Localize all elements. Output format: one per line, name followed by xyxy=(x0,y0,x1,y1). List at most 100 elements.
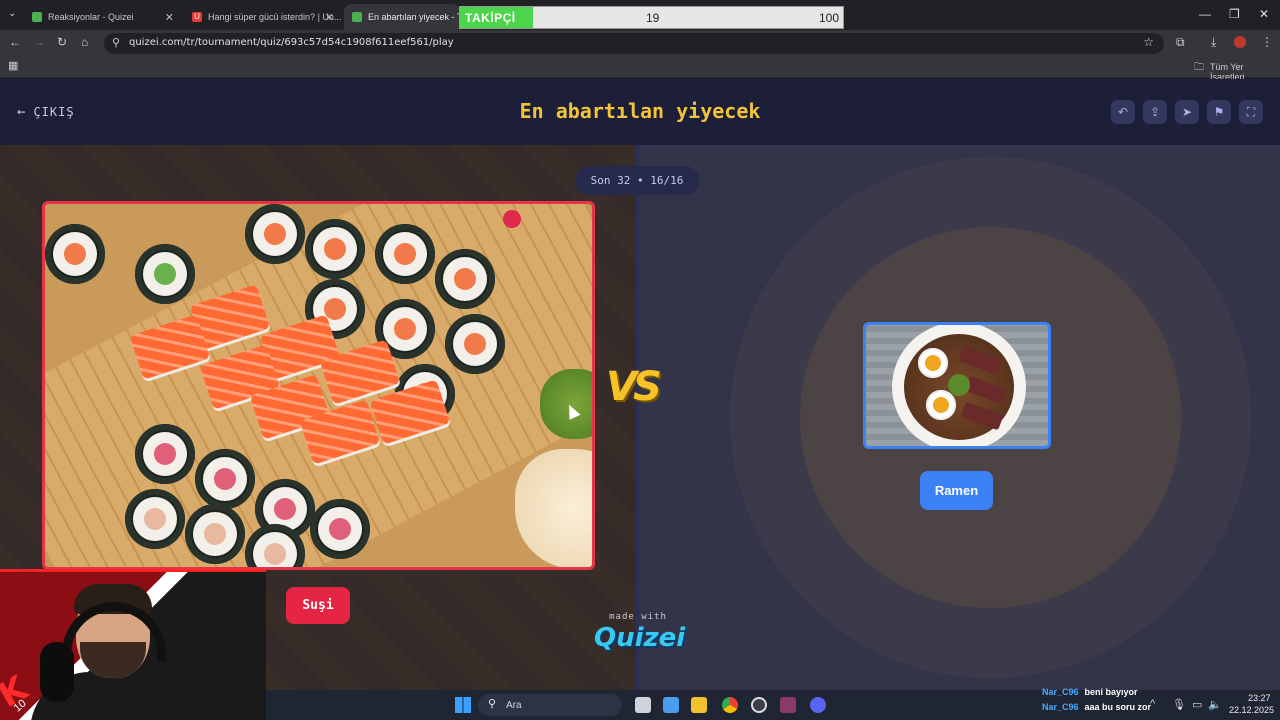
chat-message: Nar_C96 aaa bu soru zor xyxy=(1042,702,1151,712)
tuna-roll xyxy=(125,489,185,549)
quizei-favicon-icon xyxy=(352,12,362,22)
sushi-roll xyxy=(375,224,435,284)
pork-slice xyxy=(960,401,1004,431)
undo-icon: ↶ xyxy=(1117,105,1129,119)
tab-title: Reaksiyonlar - Quizei xyxy=(48,12,134,22)
taskbar-search[interactable]: ⚲ Ara xyxy=(478,694,622,716)
tab-reaksiyonlar[interactable]: Reaksiyonlar - Quizei ✕ xyxy=(24,4,182,30)
pickled-ginger xyxy=(515,449,592,567)
tab-super-guc[interactable]: U Hangi süper gücü isterdin? | Un... ✕ xyxy=(184,4,342,30)
tuna-roll xyxy=(310,499,370,559)
task-view-icon[interactable] xyxy=(635,697,651,713)
follower-current: 19 xyxy=(646,11,660,25)
download-icon[interactable]: ⤓ xyxy=(1211,35,1216,50)
flag-button[interactable]: ⚑ xyxy=(1207,100,1231,124)
tuna-roll xyxy=(185,504,245,564)
tab-title: En abartılan yiyecek - Tier L xyxy=(368,12,460,22)
webcam-overlay: K 10 xyxy=(0,569,266,720)
tab-title: Hangi süper gücü isterdin? | Un... xyxy=(208,12,342,22)
search-placeholder: Ara xyxy=(506,699,522,711)
tray-chevron-icon[interactable]: ^ xyxy=(1150,698,1155,710)
url-text: quizei.com/tr/tournament/quiz/693c57d54c… xyxy=(129,37,454,48)
apps-grid-icon[interactable]: ▦ xyxy=(8,59,18,72)
left-choice-card[interactable] xyxy=(42,201,595,570)
chat-text: beni bayıyor xyxy=(1084,687,1138,697)
site-info-icon[interactable]: ⚲ xyxy=(112,36,120,49)
minimize-icon[interactable]: — xyxy=(1199,7,1211,21)
close-window-icon[interactable]: ✕ xyxy=(1259,7,1269,21)
send-icon: ➤ xyxy=(1181,105,1193,119)
tab-search-chevron-icon[interactable]: ⌄ xyxy=(8,8,16,19)
right-choice-button[interactable]: Ramen xyxy=(920,471,993,510)
sushi-roll xyxy=(435,249,495,309)
sushi-roll xyxy=(45,224,105,284)
store-icon[interactable] xyxy=(663,697,679,713)
tab-en-abartilan-yiyecek[interactable]: En abartılan yiyecek - Tier L xyxy=(344,4,460,30)
pork-slice xyxy=(964,375,1008,405)
close-tab-icon[interactable]: ✕ xyxy=(325,11,334,24)
profile-avatar[interactable] xyxy=(1234,36,1246,48)
flag-icon: ⚑ xyxy=(1213,105,1225,119)
chat-text: aaa bu soru zor xyxy=(1084,702,1152,712)
made-with-text: made with xyxy=(609,612,667,622)
tuna-roll xyxy=(195,449,255,509)
network-icon[interactable]: ▭ xyxy=(1192,698,1202,711)
sushi-roll xyxy=(135,244,195,304)
send-button[interactable]: ➤ xyxy=(1175,100,1199,124)
forward-icon[interactable]: → xyxy=(33,35,45,49)
left-choice-button[interactable]: Suşi xyxy=(286,587,350,624)
center-divider xyxy=(636,145,639,690)
follower-goal: 100 xyxy=(818,11,839,25)
clock-time[interactable]: 23:27 xyxy=(1248,693,1271,703)
menu-icon[interactable]: ⋮ xyxy=(1261,35,1273,49)
volume-icon[interactable]: 🔈 xyxy=(1208,698,1222,711)
soy-bottle-cap xyxy=(503,210,521,228)
restore-icon[interactable]: ❐ xyxy=(1229,7,1240,21)
undo-button[interactable]: ↶ xyxy=(1111,100,1135,124)
close-tab-icon[interactable]: ✕ xyxy=(165,11,174,24)
file-explorer-icon[interactable] xyxy=(691,697,707,713)
udemy-favicon-icon: U xyxy=(192,12,202,22)
clock-date[interactable]: 22.12.2025 xyxy=(1229,705,1274,715)
back-icon[interactable]: ← xyxy=(9,35,21,49)
microphone-tray-icon[interactable]: 🎙 xyxy=(1172,698,1186,711)
round-indicator: Son 32 • 16/16 xyxy=(575,166,699,195)
vs-lightning-icon: VS xyxy=(606,364,662,410)
search-icon: ⚲ xyxy=(488,698,497,710)
chat-username: Nar_C96 xyxy=(1042,687,1079,697)
egg xyxy=(918,348,948,378)
vs-badge: VS xyxy=(606,358,670,414)
ramen-broth xyxy=(904,334,1014,440)
share-button[interactable]: ⇪ xyxy=(1143,100,1167,124)
winrar-icon[interactable] xyxy=(780,697,796,713)
tuna-roll xyxy=(135,424,195,484)
chrome-icon[interactable] xyxy=(722,697,738,713)
chat-message: Nar_C96 beni bayıyor xyxy=(1042,687,1138,697)
quizei-favicon-icon xyxy=(32,12,42,22)
quizei-logo[interactable]: Quizei xyxy=(594,623,685,653)
chat-username: Nar_C96 xyxy=(1042,702,1079,712)
reload-icon[interactable]: ↻ xyxy=(57,35,67,49)
quiz-header: ← ÇIKIŞ En abartılan yiyecek ↶ ⇪ ➤ ⚑ ⛶ xyxy=(0,79,1280,145)
obs-icon[interactable] xyxy=(751,697,767,713)
share-icon: ⇪ xyxy=(1149,105,1161,119)
folder-icon: 🗀 xyxy=(1194,62,1204,73)
follower-label: TAKİPÇİ xyxy=(465,11,516,25)
windows-start-icon[interactable] xyxy=(455,697,471,713)
discord-icon[interactable] xyxy=(810,697,826,713)
sushi-roll xyxy=(245,204,305,264)
home-icon[interactable]: ⌂ xyxy=(81,35,88,49)
extensions-icon[interactable]: ⧉ xyxy=(1176,35,1185,50)
fullscreen-icon: ⛶ xyxy=(1246,104,1256,119)
right-choice-card[interactable] xyxy=(863,322,1051,449)
bookmarks-bar: ▦ 🗀 Tüm Yer İşaretleri xyxy=(0,56,1280,82)
ramen-bowl xyxy=(892,325,1026,446)
scallions xyxy=(948,374,970,396)
fullscreen-button[interactable]: ⛶ xyxy=(1239,100,1263,124)
quiz-title: En abartılan yiyecek xyxy=(519,99,761,123)
follower-goal-bar: TAKİPÇİ 19 100 xyxy=(459,6,844,29)
pork-slice xyxy=(958,345,1002,375)
address-bar[interactable]: ⚲ quizei.com/tr/tournament/quiz/693c57d5… xyxy=(104,33,1164,54)
bookmark-star-icon[interactable]: ☆ xyxy=(1143,35,1154,49)
browser-toolbar: ← → ↻ ⌂ ⚲ quizei.com/tr/tournament/quiz/… xyxy=(0,30,1280,56)
